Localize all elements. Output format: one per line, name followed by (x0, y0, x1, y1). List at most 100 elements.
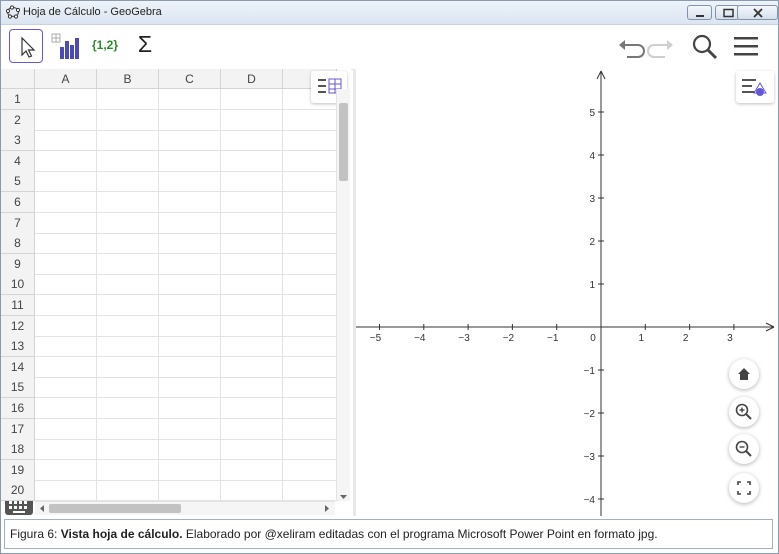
spreadsheet-cell[interactable] (97, 150, 159, 172)
zoom-out-button[interactable] (729, 434, 759, 464)
spreadsheet-cell[interactable] (283, 315, 337, 337)
search-button[interactable] (689, 31, 719, 61)
row-header[interactable]: 3 (1, 130, 35, 152)
minimize-button[interactable] (687, 5, 712, 20)
spreadsheet-cell[interactable] (97, 336, 159, 358)
vertical-scroll-thumb[interactable] (339, 103, 348, 181)
spreadsheet-cell[interactable] (283, 439, 337, 461)
graphics-style-bar-button[interactable] (736, 71, 774, 103)
spreadsheet-cell[interactable] (97, 89, 159, 110)
scroll-left-arrow-icon[interactable] (38, 502, 46, 515)
horizontal-scrollbar[interactable] (35, 501, 335, 515)
spreadsheet-cell[interactable] (35, 336, 97, 358)
create-list-button[interactable]: {1,2} (88, 29, 122, 63)
row-header[interactable]: 7 (1, 212, 35, 234)
zoom-in-button[interactable] (729, 397, 759, 427)
spreadsheet-cell[interactable] (283, 253, 337, 275)
spreadsheet-cell[interactable] (159, 171, 221, 193)
row-header[interactable]: 10 (1, 274, 35, 296)
column-header-c[interactable]: C (159, 69, 221, 89)
spreadsheet-cell[interactable] (221, 439, 283, 461)
spreadsheet-cell[interactable] (159, 398, 221, 419)
spreadsheet-cell[interactable] (221, 315, 283, 337)
spreadsheet-cell[interactable] (159, 439, 221, 461)
spreadsheet-cell[interactable] (221, 192, 283, 213)
spreadsheet-cell[interactable] (221, 233, 283, 255)
vertical-scrollbar[interactable] (336, 89, 350, 501)
spreadsheet-cell[interactable] (221, 398, 283, 419)
spreadsheet-cell[interactable] (283, 274, 337, 296)
spreadsheet-cell[interactable] (283, 212, 337, 234)
spreadsheet-cell[interactable] (35, 171, 97, 193)
spreadsheet-cell[interactable] (283, 398, 337, 419)
spreadsheet-cell[interactable] (159, 253, 221, 275)
spreadsheet-cell[interactable] (283, 418, 337, 440)
spreadsheet-cell[interactable] (159, 274, 221, 296)
spreadsheet-cell[interactable] (221, 212, 283, 234)
spreadsheet-cell[interactable] (35, 418, 97, 440)
spreadsheet-cell[interactable] (97, 315, 159, 337)
menu-button[interactable] (731, 31, 761, 61)
spreadsheet-cell[interactable] (35, 459, 97, 481)
spreadsheet-cell[interactable] (159, 315, 221, 337)
spreadsheet-cell[interactable] (35, 480, 97, 502)
spreadsheet-cell[interactable] (221, 109, 283, 131)
spreadsheet-cell[interactable] (159, 233, 221, 255)
row-header[interactable]: 17 (1, 418, 35, 440)
spreadsheet-cell[interactable] (283, 233, 337, 255)
spreadsheet-cell[interactable] (35, 192, 97, 213)
spreadsheet-cell[interactable] (159, 212, 221, 234)
spreadsheet-cell[interactable] (159, 377, 221, 399)
row-header[interactable]: 19 (1, 459, 35, 481)
spreadsheet-cell[interactable] (221, 377, 283, 399)
row-header[interactable]: 6 (1, 192, 35, 213)
spreadsheet-cell[interactable] (221, 89, 283, 110)
spreadsheet-cell[interactable] (97, 212, 159, 234)
spreadsheet-cell[interactable] (35, 253, 97, 275)
two-variable-analysis-button[interactable] (48, 29, 82, 63)
graphics-view[interactable]: −5 −4 −3 −2 −1 0 1 2 3 5 4 3 2 1 −1 −2 −3 −4 (356, 69, 778, 516)
spreadsheet-cell[interactable] (35, 130, 97, 152)
spreadsheet-cell[interactable] (283, 295, 337, 316)
spreadsheet-cell[interactable] (97, 171, 159, 193)
close-button[interactable] (737, 5, 778, 20)
spreadsheet-cell[interactable] (283, 480, 337, 502)
spreadsheet-cell[interactable] (97, 274, 159, 296)
spreadsheet-cell[interactable] (159, 89, 221, 110)
spreadsheet-cell[interactable] (221, 171, 283, 193)
row-header[interactable]: 11 (1, 295, 35, 316)
row-header[interactable]: 1 (1, 89, 35, 110)
spreadsheet-cell[interactable] (97, 109, 159, 131)
spreadsheet-cell[interactable] (159, 150, 221, 172)
horizontal-scroll-thumb[interactable] (49, 504, 181, 513)
row-header[interactable]: 18 (1, 439, 35, 461)
spreadsheet-cell[interactable] (35, 274, 97, 296)
row-header[interactable]: 16 (1, 398, 35, 419)
spreadsheet-cell[interactable] (283, 336, 337, 358)
spreadsheet-cell[interactable] (159, 109, 221, 131)
spreadsheet-cell[interactable] (221, 480, 283, 502)
spreadsheet-cell[interactable] (97, 459, 159, 481)
spreadsheet-cell[interactable] (35, 89, 97, 110)
row-header[interactable]: 15 (1, 377, 35, 399)
spreadsheet-cell[interactable] (283, 377, 337, 399)
sum-button[interactable]: Σ (128, 29, 162, 63)
spreadsheet-cell[interactable] (221, 253, 283, 275)
spreadsheet-cell[interactable] (97, 130, 159, 152)
scroll-right-arrow-icon[interactable] (323, 502, 331, 515)
spreadsheet-cell[interactable] (283, 171, 337, 193)
column-header-d[interactable]: D (221, 69, 283, 89)
spreadsheet-cell[interactable] (35, 398, 97, 419)
spreadsheet-cell[interactable] (35, 315, 97, 337)
spreadsheet-cell[interactable] (283, 192, 337, 213)
spreadsheet-cell[interactable] (221, 336, 283, 358)
spreadsheet-cell[interactable] (97, 295, 159, 316)
spreadsheet-cell[interactable] (35, 439, 97, 461)
row-header[interactable]: 14 (1, 356, 35, 378)
spreadsheet-cell[interactable] (283, 89, 337, 110)
spreadsheet-cell[interactable] (283, 150, 337, 172)
spreadsheet-cell[interactable] (35, 109, 97, 131)
spreadsheet-cell[interactable] (97, 233, 159, 255)
spreadsheet-cell[interactable] (35, 356, 97, 378)
spreadsheet-cell[interactable] (283, 459, 337, 481)
